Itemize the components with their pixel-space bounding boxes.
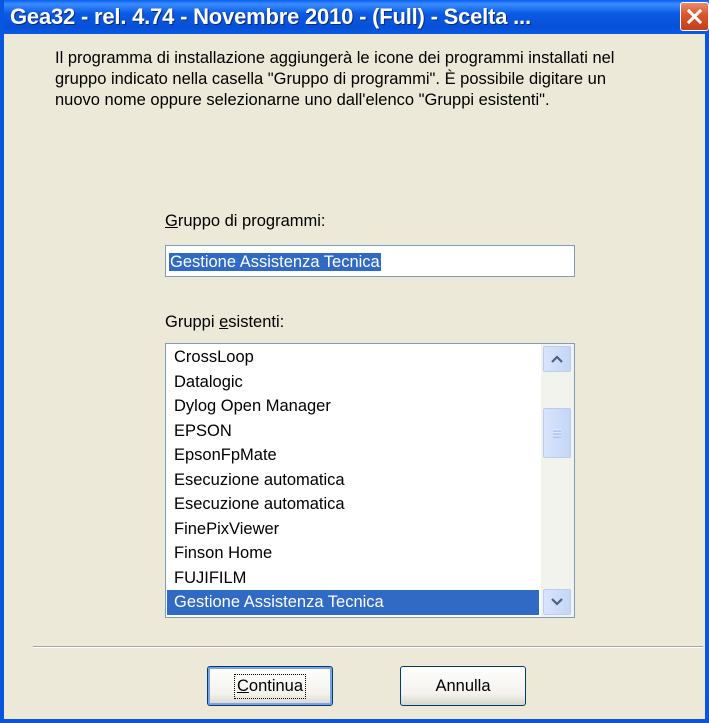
title-bar[interactable]: Gea32 - rel. 4.74 - Novembre 2010 - (Ful…	[4, 0, 709, 34]
list-item[interactable]: EpsonFpMate	[167, 443, 539, 468]
list-item[interactable]: FinePixViewer	[167, 517, 539, 542]
list-item[interactable]: Esecuzione automatica	[167, 468, 539, 493]
program-group-value: Gestione Assistenza Tecnica	[169, 253, 381, 271]
vertical-scrollbar[interactable]	[541, 344, 574, 617]
arrow-down-icon	[551, 598, 563, 606]
installer-dialog: Gea32 - rel. 4.74 - Novembre 2010 - (Ful…	[0, 0, 709, 723]
separator-highlight	[33, 647, 703, 648]
existing-groups-label: Gruppi esistenti:	[165, 313, 284, 332]
window-title: Gea32 - rel. 4.74 - Novembre 2010 - (Ful…	[10, 4, 531, 29]
list-item[interactable]: Dylog Open Manager	[167, 394, 539, 419]
scroll-thumb[interactable]	[543, 408, 571, 458]
list-item[interactable]: Gestione Assistenza Tecnica	[167, 590, 539, 615]
list-item[interactable]: Esecuzione automatica	[167, 492, 539, 517]
list-item[interactable]: Finson Home	[167, 541, 539, 566]
grip-icon	[553, 429, 561, 438]
existing-groups-label-end: sistenti:	[228, 313, 285, 331]
close-icon	[686, 8, 703, 25]
cancel-button[interactable]: Annulla	[400, 666, 526, 706]
program-group-input[interactable]: Gestione Assistenza Tecnica	[165, 245, 575, 277]
existing-groups-items: CrossLoop Datalogic Dylog Open Manager EPSO…	[167, 345, 539, 615]
list-item[interactable]: Datalogic	[167, 370, 539, 395]
list-item[interactable]: EPSON	[167, 419, 539, 444]
list-item[interactable]: FUJIFILM	[167, 566, 539, 591]
program-group-label-mnemonic: G	[165, 212, 178, 230]
cancel-label: Annulla	[435, 676, 491, 695]
continue-label-rest: ontinua	[248, 676, 304, 695]
close-button[interactable]	[680, 2, 709, 31]
scroll-up-button[interactable]	[543, 346, 571, 372]
instructions-text: Il programma di installazione aggiungerà…	[55, 49, 615, 109]
continue-label: Continua	[233, 673, 307, 699]
existing-groups-label-mnemonic: e	[219, 313, 229, 331]
existing-groups-list[interactable]: CrossLoop Datalogic Dylog Open Manager EPSO…	[165, 343, 575, 618]
list-item[interactable]: CrossLoop	[167, 345, 539, 370]
scroll-down-button[interactable]	[543, 589, 571, 615]
program-group-label: Gruppo di programmi:	[165, 212, 326, 231]
program-group-label-rest: ruppo di programmi:	[177, 212, 326, 230]
existing-groups-label-start: Gruppi	[165, 313, 220, 331]
continue-button[interactable]: Continua	[207, 666, 333, 706]
arrow-up-icon	[551, 355, 563, 363]
continue-mnemonic: C	[236, 676, 249, 695]
